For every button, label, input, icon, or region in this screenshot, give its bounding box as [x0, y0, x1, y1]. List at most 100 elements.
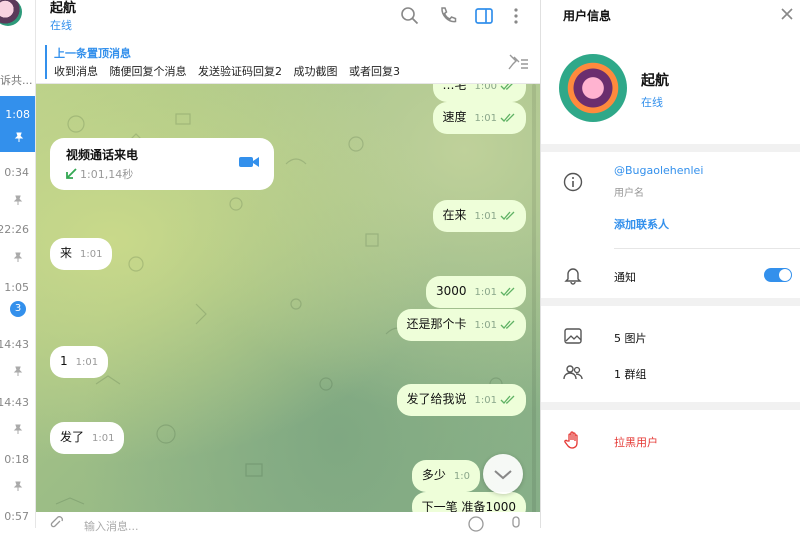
message-time: 1:01 [75, 357, 99, 368]
incoming-call-arrow-icon [66, 168, 77, 179]
add-contact-button[interactable]: 添加联系人 [614, 216, 669, 232]
chat-list: 诉共... 1:08 0:34 22:26 1:05 3 14:43 14:43… [0, 0, 36, 528]
pin-icon [13, 366, 23, 376]
photo-icon [564, 328, 582, 344]
pin-icon [13, 252, 23, 262]
pin-icon [13, 195, 23, 205]
message-bubble-outgoing[interactable]: 3000 1:01 [425, 276, 526, 308]
photos-item[interactable]: 5 图片 [614, 330, 647, 346]
search-icon[interactable] [400, 6, 420, 26]
message-bubble-outgoing[interactable]: 发了给我说 1:01 [396, 384, 526, 416]
message-bubble-incoming[interactable]: 发了 1:01 [50, 422, 125, 454]
divider [614, 248, 800, 249]
read-check-icon [500, 113, 515, 122]
scrollbar[interactable] [532, 84, 536, 528]
chat-item-time: 14:43 [0, 396, 29, 409]
message-text: 3000 [435, 284, 467, 298]
username[interactable]: @Bugaolehenlei [614, 164, 703, 177]
panel-title: 用户信息 [563, 9, 612, 23]
pinned-text: 收到消息 随便回复个消息 发送验证码回复2 成功截图 或者回复3 [54, 65, 400, 78]
more-icon[interactable] [506, 6, 526, 26]
message-text: 在来 [442, 208, 467, 222]
chat-item-selected[interactable]: 1:08 [0, 96, 35, 152]
call-detail: 1:01,14秒 [80, 168, 134, 181]
chat-item-time: 22:26 [0, 223, 29, 236]
message-bubble-incoming[interactable]: 1 1:01 [50, 346, 109, 378]
message-text: 多少 [421, 468, 446, 482]
message-time: 1:01 [80, 249, 103, 260]
message-time: 1:01 [474, 395, 497, 406]
message-bubble-outgoing[interactable]: …宅 1:00 [432, 84, 526, 102]
notifications-label: 通知 [614, 271, 636, 284]
pinned-list-icon[interactable] [506, 52, 530, 72]
message-text: 1 [60, 354, 68, 368]
emoji-icon[interactable] [468, 516, 484, 532]
read-check-icon [500, 84, 513, 90]
danger-section: 拉黑用户 [541, 410, 800, 528]
message-time: 1:01 [92, 433, 115, 444]
chat-item-time: 0:18 [4, 453, 29, 466]
avatar[interactable] [0, 0, 22, 26]
chat-item-time: 1:05 [4, 281, 29, 294]
bell-icon [564, 268, 582, 285]
pin-icon [14, 132, 24, 142]
video-camera-icon[interactable] [238, 154, 260, 170]
message-text: 来 [60, 246, 73, 260]
message-bubble-outgoing[interactable]: 速度 1:01 [432, 102, 526, 134]
profile-info-section: @Bugaolehenlei 用户名 添加联系人 通知 [541, 152, 800, 298]
read-check-icon [500, 320, 515, 329]
pin-icon [13, 424, 23, 434]
profile-header: 用户信息 起航 在线 [541, 0, 800, 144]
info-icon [563, 172, 583, 192]
pinned-title: 上一条置顶消息 [54, 47, 131, 60]
chat-item-name[interactable]: 诉共... [0, 72, 33, 88]
microphone-icon[interactable] [510, 516, 522, 532]
message-time: 1:01 [474, 320, 497, 331]
shared-media-section: 5 图片 1 群组 [541, 306, 800, 402]
user-info-panel: 用户信息 起航 在线 @Bugaolehenlei 用户名 添加联系人 通知 5… [540, 0, 800, 528]
unread-badge: 3 [10, 301, 26, 317]
profile-name: 起航 [641, 73, 669, 89]
chat-status: 在线 [50, 19, 72, 32]
group-icon [563, 365, 583, 380]
message-time: 1:00 [474, 84, 497, 92]
sidebar-toggle-icon[interactable] [474, 6, 494, 26]
message-list[interactable]: …宅 1:00 速度 1:01 视频通话来电 1:01,14秒 在来 1:01 来 1:… [36, 84, 540, 528]
message-text: …宅 [442, 84, 467, 92]
chat-item-time: 0:34 [4, 166, 29, 179]
message-time: 1:0 [453, 471, 470, 482]
profile-avatar[interactable] [559, 54, 627, 122]
message-bubble-outgoing[interactable]: 多少 1:0 [411, 460, 480, 492]
chat-header: 起航 在线 [36, 0, 540, 40]
close-icon[interactable] [779, 6, 795, 22]
message-bubble-incoming[interactable]: 来 1:01 [50, 238, 113, 270]
message-time: 1:01 [474, 287, 497, 298]
chat-item-time: 1:08 [5, 108, 30, 121]
read-check-icon [500, 211, 515, 220]
message-text: 发了 [60, 430, 85, 444]
pinned-message[interactable]: 上一条置顶消息 收到消息 随便回复个消息 发送验证码回复2 成功截图 或者回复3 [36, 40, 540, 84]
message-time: 1:01 [474, 113, 497, 124]
message-bubble-outgoing[interactable]: 在来 1:01 [432, 200, 526, 232]
username-label: 用户名 [614, 188, 644, 199]
chat-title[interactable]: 起航 [50, 0, 76, 16]
chat-item-time: 14:43 [0, 338, 29, 351]
video-call-message[interactable]: 视频通话来电 1:01,14秒 [50, 138, 274, 190]
profile-status: 在线 [641, 96, 663, 109]
call-title: 视频通话来电 [66, 148, 139, 162]
pinned-bar [45, 45, 47, 79]
message-bubble-outgoing[interactable]: 还是那个卡 1:01 [396, 309, 526, 341]
groups-item[interactable]: 1 群组 [614, 366, 647, 382]
scroll-down-button[interactable] [483, 454, 523, 494]
message-text: 速度 [442, 110, 467, 124]
read-check-icon [500, 287, 515, 296]
message-time: 1:01 [474, 211, 497, 222]
chat-item-time: 0:57 [4, 510, 29, 523]
block-user-button[interactable]: 拉黑用户 [614, 434, 658, 450]
phone-icon[interactable] [438, 6, 458, 26]
message-input[interactable]: 输入消息... [84, 518, 139, 534]
read-check-icon [500, 395, 515, 404]
notifications-toggle[interactable] [764, 268, 792, 282]
message-text: 还是那个卡 [406, 317, 467, 331]
message-composer: 输入消息... [36, 512, 540, 533]
